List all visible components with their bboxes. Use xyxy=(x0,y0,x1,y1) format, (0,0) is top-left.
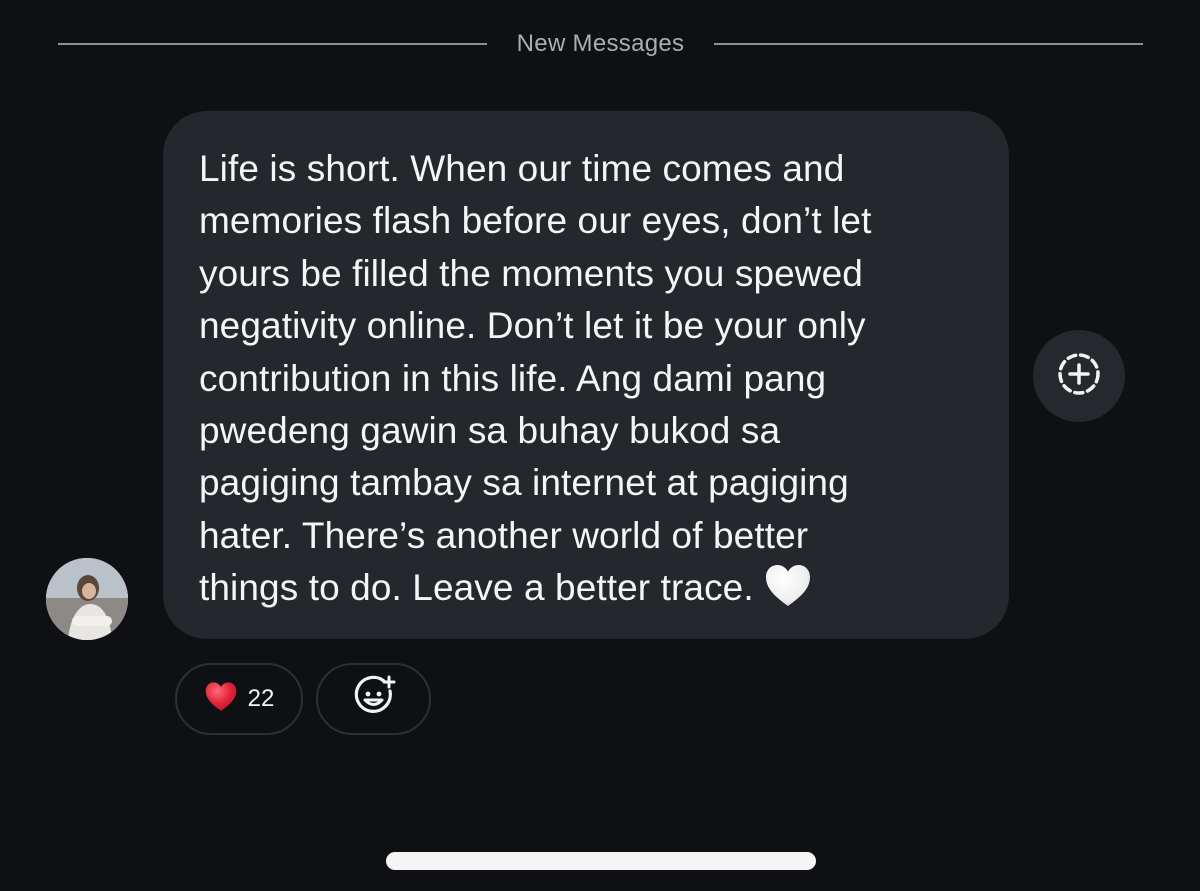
message-text: Life is short. When our time comes and m… xyxy=(199,143,975,615)
new-messages-label: New Messages xyxy=(516,30,685,57)
message-line: pagiging tambay sa internet at pagiging xyxy=(199,462,849,504)
heart-reaction-count: 22 xyxy=(247,685,275,712)
divider-line-left xyxy=(58,43,487,45)
heart-reaction-button[interactable]: 22 xyxy=(175,663,303,735)
message-line: contribution in this life. Ang dami pang xyxy=(199,357,827,399)
sender-avatar[interactable] xyxy=(46,558,128,640)
white-heart-icon xyxy=(764,563,812,609)
add-to-story-icon xyxy=(1055,350,1103,403)
add-reaction-icon xyxy=(352,675,396,724)
divider-line-right xyxy=(714,43,1144,45)
message-last-line: things to do. Leave a better trace. xyxy=(199,562,975,614)
new-messages-divider: New Messages xyxy=(58,22,1144,66)
home-indicator[interactable] xyxy=(386,852,816,870)
message-line: Life is short. When our time comes and xyxy=(199,148,845,189)
add-reaction-button[interactable] xyxy=(316,663,431,735)
message-line: negativity online. Don’t let it be your … xyxy=(199,305,866,347)
chat-screen: New Messages Life is short. When our tim… xyxy=(0,0,1200,891)
message-bubble[interactable]: Life is short. When our time comes and m… xyxy=(163,111,1009,639)
add-to-story-button[interactable] xyxy=(1033,330,1125,422)
message-line: yours be filled the moments you spewed xyxy=(199,252,863,294)
message-line-text: things to do. Leave a better trace. xyxy=(199,567,754,609)
message-line: memories flash before our eyes, don’t le… xyxy=(199,200,872,242)
message-line: hater. There’s another world of better xyxy=(199,514,809,556)
message-line: pwedeng gawin sa buhay bukod sa xyxy=(199,410,781,452)
red-heart-icon xyxy=(204,681,238,718)
